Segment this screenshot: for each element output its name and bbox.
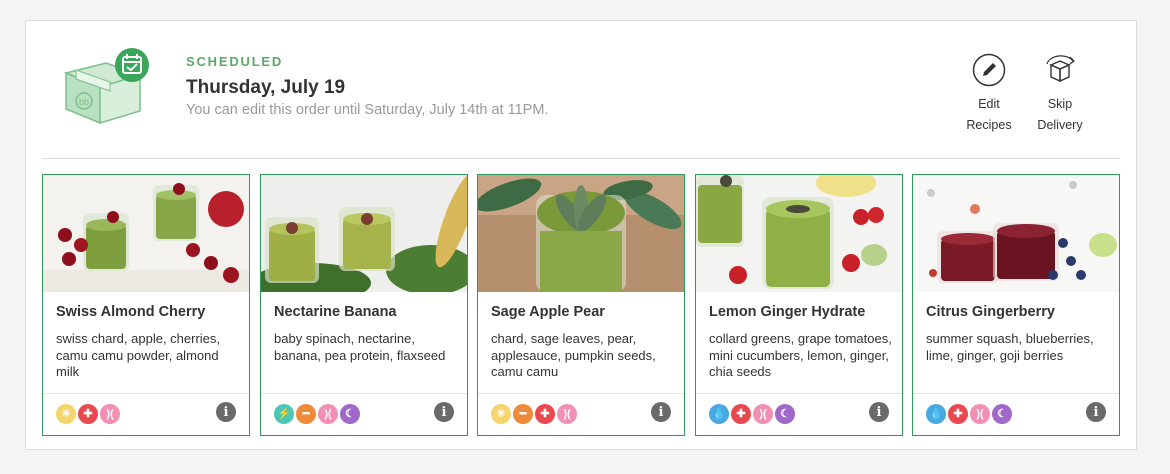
benefit-badges: ⚡ ━ )( ☾ bbox=[274, 404, 362, 424]
info-icon[interactable]: i bbox=[869, 402, 889, 422]
waist-icon: )( bbox=[318, 404, 338, 424]
drop-icon: 💧 bbox=[709, 404, 729, 424]
edit-label-line2: Recipes bbox=[966, 118, 1012, 132]
benefit-badges: ☀ ✚ )( bbox=[56, 404, 122, 424]
recipe-photo bbox=[478, 175, 684, 292]
dumbbell-icon: ━ bbox=[513, 404, 533, 424]
drop-icon: 💧 bbox=[926, 404, 946, 424]
waist-icon: )( bbox=[557, 404, 577, 424]
scheduled-box-icon: bb bbox=[63, 48, 149, 125]
info-icon[interactable]: i bbox=[434, 402, 454, 422]
recipe-card[interactable]: Citrus Gingerberry summer squash, bluebe… bbox=[912, 174, 1120, 436]
cross-icon: ✚ bbox=[948, 404, 968, 424]
recipe-photo bbox=[696, 175, 902, 292]
waist-icon: )( bbox=[970, 404, 990, 424]
skip-label-line1: Skip bbox=[1047, 97, 1073, 111]
bolt-icon: ⚡ bbox=[274, 404, 294, 424]
waist-icon: )( bbox=[100, 404, 120, 424]
order-panel: bb SCHEDULED Thursday, July 19 You can e… bbox=[25, 20, 1137, 450]
skip-label-line2: Delivery bbox=[1037, 118, 1083, 132]
recipe-photo bbox=[913, 175, 1119, 292]
pencil-icon bbox=[972, 53, 1006, 87]
recipe-ingredients: chard, sage leaves, pear, applesauce, pu… bbox=[491, 331, 656, 379]
recipe-card[interactable]: Nectarine Banana baby spinach, nectarine… bbox=[260, 174, 468, 436]
edit-deadline-note: You can edit this order until Saturday, … bbox=[186, 102, 549, 118]
cross-icon: ✚ bbox=[78, 404, 98, 424]
header-divider bbox=[42, 158, 1120, 159]
skip-delivery-button[interactable]: Skip Delivery bbox=[1020, 53, 1100, 136]
recipe-name: Swiss Almond Cherry bbox=[56, 304, 206, 320]
info-icon[interactable]: i bbox=[651, 402, 671, 422]
card-divider bbox=[913, 393, 1119, 394]
waist-icon: )( bbox=[753, 404, 773, 424]
delivery-date: Thursday, July 19 bbox=[186, 77, 346, 98]
moon-icon: ☾ bbox=[992, 404, 1012, 424]
info-icon[interactable]: i bbox=[216, 402, 236, 422]
recipe-ingredients: summer squash, blueberries, lime, ginger… bbox=[926, 331, 1094, 363]
card-divider bbox=[696, 393, 902, 394]
order-status: SCHEDULED bbox=[186, 54, 284, 69]
svg-text:bb: bb bbox=[79, 97, 89, 107]
card-divider bbox=[43, 393, 249, 394]
recipe-card[interactable]: Lemon Ginger Hydrate collard greens, gra… bbox=[695, 174, 903, 436]
recipe-photo bbox=[43, 175, 249, 292]
recipe-name: Lemon Ginger Hydrate bbox=[709, 304, 866, 320]
dumbbell-icon: ━ bbox=[296, 404, 316, 424]
card-divider bbox=[261, 393, 467, 394]
recipe-photo bbox=[261, 175, 467, 292]
skip-box-icon bbox=[1046, 55, 1075, 83]
sun-icon: ☀ bbox=[491, 404, 511, 424]
recipe-ingredients: baby spinach, nectarine, banana, pea pro… bbox=[274, 331, 446, 363]
recipe-name: Sage Apple Pear bbox=[491, 304, 605, 320]
info-icon[interactable]: i bbox=[1086, 402, 1106, 422]
benefit-badges: 💧 ✚ )( ☾ bbox=[709, 404, 797, 424]
cross-icon: ✚ bbox=[535, 404, 555, 424]
cross-icon: ✚ bbox=[731, 404, 751, 424]
moon-icon: ☾ bbox=[775, 404, 795, 424]
edit-label-line1: Edit bbox=[978, 97, 1000, 111]
order-header: bb SCHEDULED Thursday, July 19 You can e… bbox=[26, 21, 1136, 159]
card-divider bbox=[478, 393, 684, 394]
recipe-name: Citrus Gingerberry bbox=[926, 304, 1055, 320]
recipe-ingredients: collard greens, grape tomatoes, mini cuc… bbox=[709, 331, 892, 379]
recipe-name: Nectarine Banana bbox=[274, 304, 397, 320]
recipe-card[interactable]: Sage Apple Pear chard, sage leaves, pear… bbox=[477, 174, 685, 436]
recipe-card[interactable]: Swiss Almond Cherry swiss chard, apple, … bbox=[42, 174, 250, 436]
benefit-badges: ☀ ━ ✚ )( bbox=[491, 404, 579, 424]
sun-icon: ☀ bbox=[56, 404, 76, 424]
edit-recipes-button[interactable]: Edit Recipes bbox=[949, 53, 1029, 136]
moon-icon: ☾ bbox=[340, 404, 360, 424]
benefit-badges: 💧 ✚ )( ☾ bbox=[926, 404, 1014, 424]
recipe-ingredients: swiss chard, apple, cherries, camu camu … bbox=[56, 331, 221, 379]
